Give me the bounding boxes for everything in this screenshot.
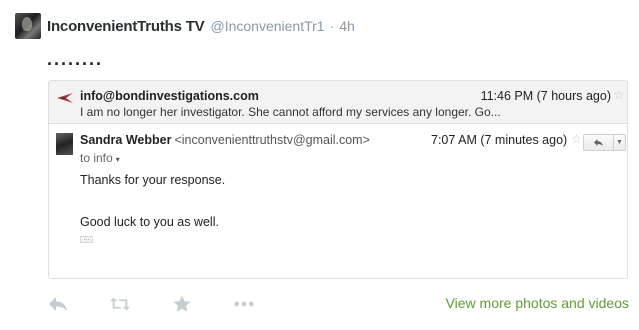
recipient-label: to info: [80, 151, 113, 165]
reply-icon[interactable]: [584, 135, 614, 150]
message-body-line: Good luck to you as well.: [80, 215, 219, 229]
tweet-timestamp[interactable]: 4h: [339, 18, 355, 34]
sender-avatar: [56, 133, 73, 155]
message2-recipient[interactable]: to info ▾: [80, 151, 120, 165]
message2-sender-email: <inconvenienttruthstv@gmail.com>: [174, 133, 370, 147]
tweet-header: InconvenientTruths TV @InconvenientTr1 ·…: [15, 12, 355, 40]
favorite-star-icon[interactable]: [172, 294, 192, 314]
user-avatar[interactable]: [15, 13, 41, 39]
user-handle[interactable]: @InconvenientTr1: [210, 18, 324, 34]
email-screenshot-card[interactable]: info@bondinvestigations.com 11:46 PM (7 …: [48, 80, 628, 279]
message-body-line: Thanks for your response.: [80, 173, 226, 187]
show-trimmed-content-button[interactable]: ...: [80, 236, 93, 243]
reply-button-group[interactable]: ▼: [583, 134, 626, 151]
sender-logo-icon: [57, 93, 73, 103]
message2-sender-name: Sandra Webber: [80, 133, 172, 147]
message1-snippet: I am no longer her investigator. She can…: [80, 105, 501, 119]
user-fullname[interactable]: InconvenientTruths TV: [47, 18, 205, 35]
message2-date: 7:07 AM (7 minutes ago): [431, 133, 568, 147]
message2-sender: Sandra Webber <inconvenienttruthstv@gmail…: [80, 133, 370, 147]
email-message-collapsed[interactable]: info@bondinvestigations.com 11:46 PM (7 …: [49, 81, 627, 124]
star-icon[interactable]: ☆: [613, 88, 624, 102]
chevron-down-icon[interactable]: ▼: [614, 135, 625, 150]
retweet-icon[interactable]: [110, 294, 130, 314]
tweet-text: ........: [47, 49, 104, 69]
message1-date: 11:46 PM (7 hours ago): [480, 89, 611, 103]
reply-icon[interactable]: [48, 294, 68, 314]
chevron-down-icon[interactable]: ▾: [116, 155, 120, 164]
message1-sender: info@bondinvestigations.com: [80, 89, 259, 103]
view-more-photos-link[interactable]: View more photos and videos: [446, 295, 629, 311]
separator-dot: ·: [329, 18, 335, 34]
star-icon[interactable]: ☆: [571, 132, 582, 146]
more-dots-icon[interactable]: [234, 294, 254, 314]
tweet-actions: [48, 293, 296, 315]
